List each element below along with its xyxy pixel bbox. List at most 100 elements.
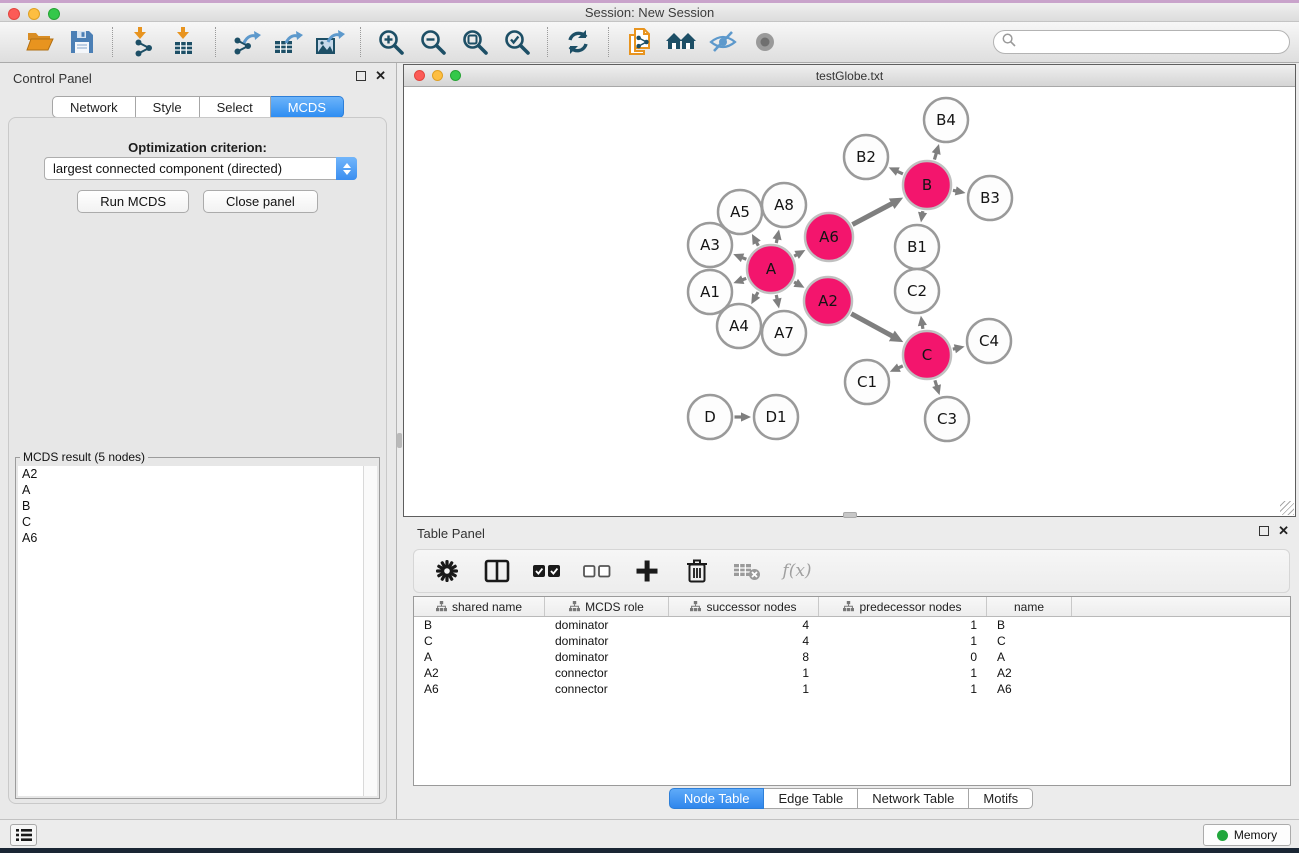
column-header-predecessor-nodes[interactable]: predecessor nodes <box>819 597 987 616</box>
table-cell[interactable]: 8 <box>669 650 819 664</box>
table-cell[interactable]: 0 <box>819 650 987 664</box>
tab-style[interactable]: Style <box>136 96 200 118</box>
table-cell[interactable]: dominator <box>545 618 669 632</box>
horizontal-divider-handle[interactable] <box>843 512 857 518</box>
table-cell[interactable]: connector <box>545 682 669 696</box>
window-resize-grip[interactable] <box>1280 501 1294 515</box>
column-header-successor-nodes[interactable]: successor nodes <box>669 597 819 616</box>
edge-B-B4[interactable] <box>934 153 936 160</box>
table-cell[interactable]: 1 <box>669 666 819 680</box>
table-cell[interactable]: 1 <box>819 634 987 648</box>
result-scrollbar[interactable] <box>363 466 377 796</box>
close-panel-icon[interactable]: ✕ <box>375 71 386 81</box>
task-history-button[interactable] <box>10 824 37 846</box>
criterion-dropdown[interactable]: largest connected component (directed) <box>44 157 357 180</box>
result-item[interactable]: A2 <box>18 466 377 482</box>
eye-icon[interactable] <box>748 26 782 58</box>
mcds-result-list[interactable]: A2ABCA6 <box>18 466 377 796</box>
import-table-icon[interactable] <box>168 26 202 58</box>
settings-gear-icon[interactable] <box>432 556 462 586</box>
table-cell[interactable]: A <box>987 650 1072 664</box>
memory-button[interactable]: Memory <box>1203 824 1291 846</box>
tab-network[interactable]: Network <box>52 96 136 118</box>
add-column-icon[interactable] <box>632 556 662 586</box>
table-row[interactable]: A6connector11A6 <box>414 681 1290 697</box>
tab-motifs[interactable]: Motifs <box>969 788 1033 809</box>
table-cell[interactable]: 1 <box>819 682 987 696</box>
table-cell[interactable]: 1 <box>819 618 987 632</box>
table-row[interactable]: Bdominator41B <box>414 617 1290 633</box>
table-cell[interactable]: A <box>414 650 545 664</box>
zoom-fit-icon[interactable] <box>458 26 492 58</box>
zoom-selected-icon[interactable] <box>500 26 534 58</box>
search-input[interactable] <box>1016 35 1289 50</box>
result-item[interactable]: A <box>18 482 377 498</box>
column-header-shared-name[interactable]: shared name <box>414 597 545 616</box>
search-field[interactable] <box>993 30 1290 54</box>
table-cell[interactable]: C <box>987 634 1072 648</box>
network-zoom-button[interactable] <box>450 70 461 81</box>
refresh-icon[interactable] <box>561 26 595 58</box>
table-cell[interactable]: A2 <box>414 666 545 680</box>
zoom-out-icon[interactable] <box>416 26 450 58</box>
split-panel-icon[interactable] <box>482 556 512 586</box>
table-cell[interactable]: B <box>414 618 545 632</box>
tab-select[interactable]: Select <box>200 96 271 118</box>
home-pair-icon[interactable] <box>664 26 698 58</box>
close-panel-button[interactable]: Close panel <box>203 190 318 213</box>
save-session-icon[interactable] <box>65 26 99 58</box>
result-item[interactable]: C <box>18 514 377 530</box>
export-network-icon[interactable] <box>229 26 263 58</box>
network-close-button[interactable] <box>414 70 425 81</box>
table-close-panel-icon[interactable]: ✕ <box>1278 526 1289 536</box>
network-window-titlebar[interactable]: testGlobe.txt <box>404 65 1295 87</box>
float-panel-icon[interactable] <box>356 71 366 81</box>
run-mcds-button[interactable]: Run MCDS <box>77 190 189 213</box>
select-all-icon[interactable] <box>532 556 562 586</box>
vertical-divider-handle[interactable] <box>397 433 402 448</box>
tab-edge-table[interactable]: Edge Table <box>764 788 858 809</box>
result-item[interactable]: B <box>18 498 377 514</box>
tab-mcds[interactable]: MCDS <box>271 96 344 118</box>
table-cell[interactable]: dominator <box>545 650 669 664</box>
deselect-all-icon[interactable] <box>582 556 612 586</box>
table-cell[interactable]: dominator <box>545 634 669 648</box>
tab-network-table[interactable]: Network Table <box>858 788 969 809</box>
minimize-window-button[interactable] <box>28 8 40 20</box>
export-image-icon[interactable] <box>313 26 347 58</box>
copy-document-icon[interactable] <box>622 26 656 58</box>
delete-column-icon[interactable] <box>682 556 712 586</box>
table-cell[interactable]: 4 <box>669 634 819 648</box>
edge-A2-C[interactable] <box>851 314 892 337</box>
column-header-MCDS-role[interactable]: MCDS role <box>545 597 669 616</box>
close-window-button[interactable] <box>8 8 20 20</box>
export-table-icon[interactable] <box>271 26 305 58</box>
eye-slash-icon[interactable] <box>706 26 740 58</box>
tab-node-table[interactable]: Node Table <box>669 788 765 809</box>
network-canvas[interactable]: AA1A2A3A4A5A6A7A8BB1B2B3B4CC1C2C3C4DD1 <box>404 87 1295 516</box>
table-cell[interactable]: B <box>987 618 1072 632</box>
table-row[interactable]: Adominator80A <box>414 649 1290 665</box>
table-cell[interactable]: A2 <box>987 666 1072 680</box>
zoom-in-icon[interactable] <box>374 26 408 58</box>
network-minimize-button[interactable] <box>432 70 443 81</box>
table-float-panel-icon[interactable] <box>1259 526 1269 536</box>
zoom-window-button[interactable] <box>48 8 60 20</box>
open-file-icon[interactable] <box>23 26 57 58</box>
network-graph[interactable]: AA1A2A3A4A5A6A7A8BB1B2B3B4CC1C2C3C4DD1 <box>404 87 1295 516</box>
table-cell[interactable]: 1 <box>819 666 987 680</box>
table-cell[interactable]: C <box>414 634 545 648</box>
table-cell[interactable]: A6 <box>414 682 545 696</box>
table-cell[interactable]: 4 <box>669 618 819 632</box>
table-row[interactable]: A2connector11A2 <box>414 665 1290 681</box>
table-cell[interactable]: 1 <box>669 682 819 696</box>
table-row[interactable]: Cdominator41C <box>414 633 1290 649</box>
result-item[interactable]: A6 <box>18 530 377 546</box>
import-network-icon[interactable] <box>126 26 160 58</box>
column-header-name[interactable]: name <box>987 597 1072 616</box>
edge-A6-B[interactable] <box>852 203 892 224</box>
window-controls[interactable] <box>8 8 60 20</box>
node-table[interactable]: shared nameMCDS rolesuccessor nodesprede… <box>413 596 1291 786</box>
table-cell[interactable]: A6 <box>987 682 1072 696</box>
network-window-controls[interactable] <box>414 70 461 81</box>
